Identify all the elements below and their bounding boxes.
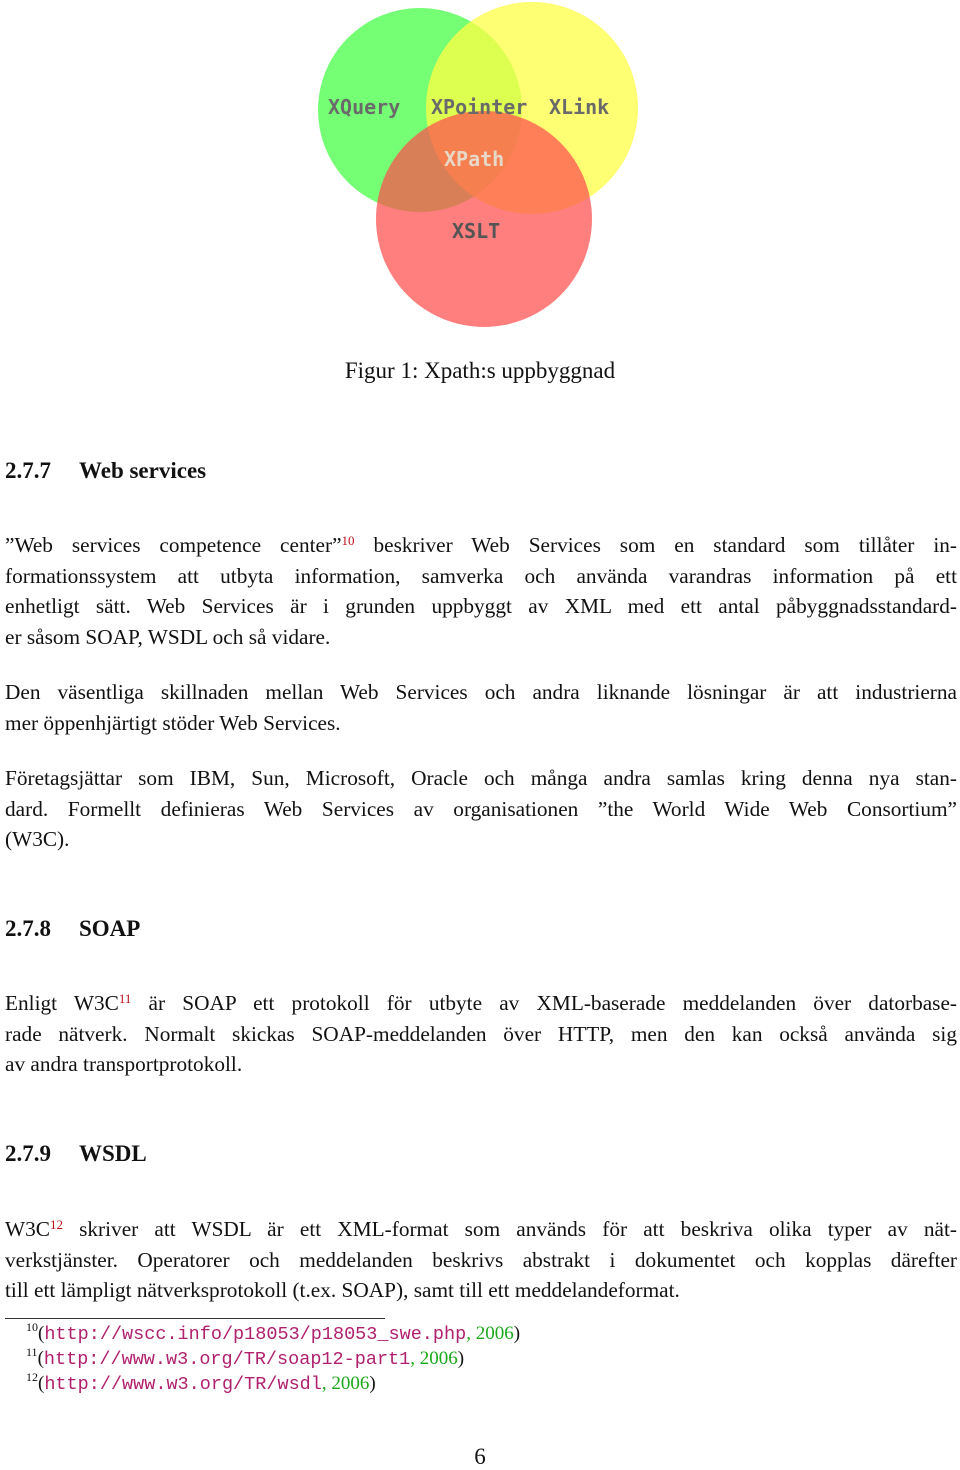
section-heading-soap: 2.7.8 SOAP <box>5 916 140 942</box>
paragraph: Den väsentliga skillnaden mellan Web Ser… <box>5 677 957 738</box>
paragraph-line: till ett lämpligt nätverksprotokoll (t.e… <box>5 1278 680 1302</box>
paragraph-line: Enligt W3C11 är SOAP ett protokoll för u… <box>5 991 958 1015</box>
paragraph-line: formationssystem att utbyta information,… <box>5 563 957 588</box>
paragraph: W3C12 skriver att WSDL är ett XML-format… <box>5 1214 957 1306</box>
footnote-year: 2006 <box>331 1373 370 1394</box>
footnote-year: 2006 <box>419 1348 458 1369</box>
label-xlink: XLink <box>549 95 609 119</box>
paragraph-line: (W3C). <box>5 827 70 851</box>
section-heading-web-services: 2.7.7 Web services <box>5 458 206 484</box>
paragraph-line: dard. Formellt definieras Web Services a… <box>5 796 957 821</box>
footnote-number: 10 <box>26 1320 38 1334</box>
paragraph-line: enhetligt sätt. Web Services är i grunde… <box>5 594 957 618</box>
footnote-number: 12 <box>26 1370 38 1384</box>
footnote-divider <box>5 1318 385 1319</box>
paragraph-line: mer öppenhjärtigt stöder Web Services. <box>5 710 341 735</box>
paragraph-line: av andra transportprotokoll. <box>5 1052 243 1076</box>
footnote-link[interactable]: http://www.w3.org/TR/wsdl <box>44 1374 322 1395</box>
paragraph: Enligt W3C11 är SOAP ett protokoll för u… <box>5 988 957 1080</box>
section-number: 2.7.8 <box>5 916 51 941</box>
footnote-ref[interactable]: 11 <box>119 991 132 1006</box>
figure-caption: Figur 1: Xpath:s uppbyggnad <box>344 358 616 383</box>
footnote: 11(http://www.w3.org/TR/soap12-part1, 20… <box>26 1345 465 1370</box>
paragraph-line: Den väsentliga skillnaden mellan Web Ser… <box>5 680 957 704</box>
section-number: 2.7.7 <box>5 458 51 483</box>
paragraph-line: rade nätverk. Normalt skickas SOAP-medde… <box>5 1021 957 1046</box>
footnote: 12(http://www.w3.org/TR/wsdl, 2006) <box>26 1370 376 1395</box>
paragraph: Företagsjättar som IBM, Sun, Microsoft, … <box>5 763 957 855</box>
paragraph-line: er såsom SOAP, WSDL och så vidare. <box>5 624 331 649</box>
footnote: 10(http://wscc.info/p18053/p18053_swe.ph… <box>26 1320 521 1345</box>
label-xslt: XSLT <box>452 219 500 243</box>
page-number: 6 <box>474 1444 486 1469</box>
paragraph-line: verkstjänster. Operatorer och meddelande… <box>5 1247 957 1272</box>
paragraph-line: ”Web services competence center”10 beskr… <box>5 533 957 557</box>
label-xpath: XPath <box>444 147 504 171</box>
label-xpointer: XPointer <box>431 95 527 119</box>
footnote-year: 2006 <box>475 1323 514 1344</box>
footnote-number: 11 <box>26 1345 38 1359</box>
section-number: 2.7.9 <box>5 1141 51 1166</box>
paragraph: ”Web services competence center”10 beskr… <box>5 530 957 652</box>
section-heading-wsdl: 2.7.9 WSDL <box>5 1141 147 1167</box>
footnote-ref[interactable]: 10 <box>342 533 355 548</box>
footnote-ref[interactable]: 12 <box>50 1217 63 1232</box>
footnote-link[interactable]: http://wscc.info/p18053/p18053_swe.php <box>44 1324 466 1345</box>
section-title: SOAP <box>79 916 141 941</box>
paragraph-line: Företagsjättar som IBM, Sun, Microsoft, … <box>5 766 957 790</box>
section-title: WSDL <box>79 1141 147 1166</box>
venn-diagram-figure: XQuery XPointer XLink XPath XSLT <box>318 2 638 327</box>
section-title: Web services <box>79 458 207 483</box>
label-xquery: XQuery <box>328 95 400 119</box>
footnote-link[interactable]: http://www.w3.org/TR/soap12-part1 <box>44 1349 410 1370</box>
paragraph-line: W3C12 skriver att WSDL är ett XML-format… <box>5 1217 957 1241</box>
